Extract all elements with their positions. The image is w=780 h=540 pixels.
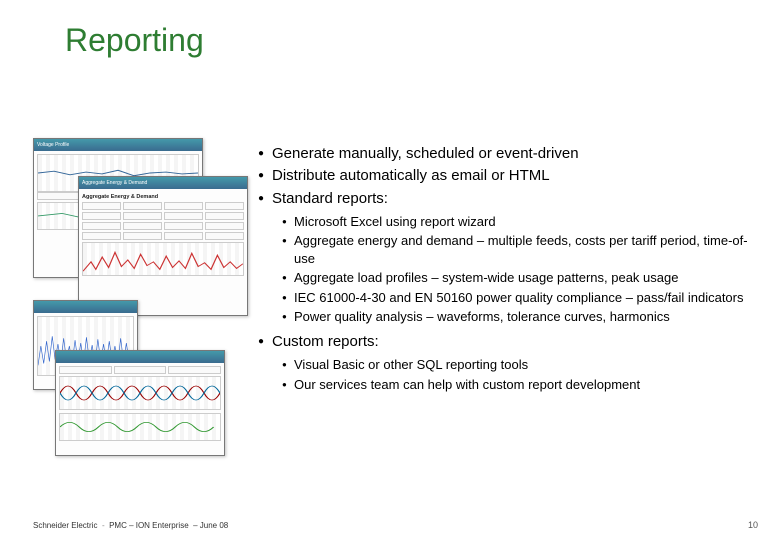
bullet-text: Standard reports: (272, 190, 388, 207)
footer-date: – June 08 (193, 521, 228, 530)
bullet-sub: Microsoft Excel using report wizard (282, 213, 756, 231)
bullet-sub: Aggregate load profiles – system-wide us… (282, 269, 756, 287)
bullet-sub: Aggregate energy and demand – multiple f… (282, 232, 756, 267)
page-number: 10 (748, 520, 758, 530)
report-screenshots-stack: Voltage Profile Aggregate Energy & Deman… (33, 138, 248, 456)
bullet-main: Generate manually, scheduled or event-dr… (258, 144, 756, 164)
footer-product: PMC – ION Enterprise (109, 521, 189, 530)
slide: Reporting Voltage Profile Aggregate Ener… (0, 0, 780, 540)
bullet-sub: Our services team can help with custom r… (282, 376, 756, 394)
screenshot-label: Aggregate Energy & Demand (82, 194, 244, 200)
bullet-main: Distribute automatically as email or HTM… (258, 166, 756, 186)
footer-company: Schneider Electric (33, 521, 97, 530)
bullet-main: Standard reports: Microsoft Excel using … (258, 189, 756, 327)
bullet-sub: IEC 61000-4-30 and EN 50160 power qualit… (282, 289, 756, 307)
bullet-text: Custom reports: (272, 333, 379, 350)
bullet-sub: Visual Basic or other SQL reporting tool… (282, 356, 756, 374)
bullet-sub: Power quality analysis – waveforms, tole… (282, 308, 756, 326)
bullet-main: Custom reports: Visual Basic or other SQ… (258, 332, 756, 393)
bullet-content: Generate manually, scheduled or event-dr… (258, 144, 756, 399)
slide-title: Reporting (65, 22, 204, 59)
screenshot-waveform (55, 350, 225, 456)
footer-left: Schneider Electric - PMC – ION Enterpris… (33, 521, 228, 530)
screenshot-aggregate-energy: Aggregate Energy & Demand Aggregate Ener… (78, 176, 248, 316)
footer-sep: - (102, 521, 105, 530)
